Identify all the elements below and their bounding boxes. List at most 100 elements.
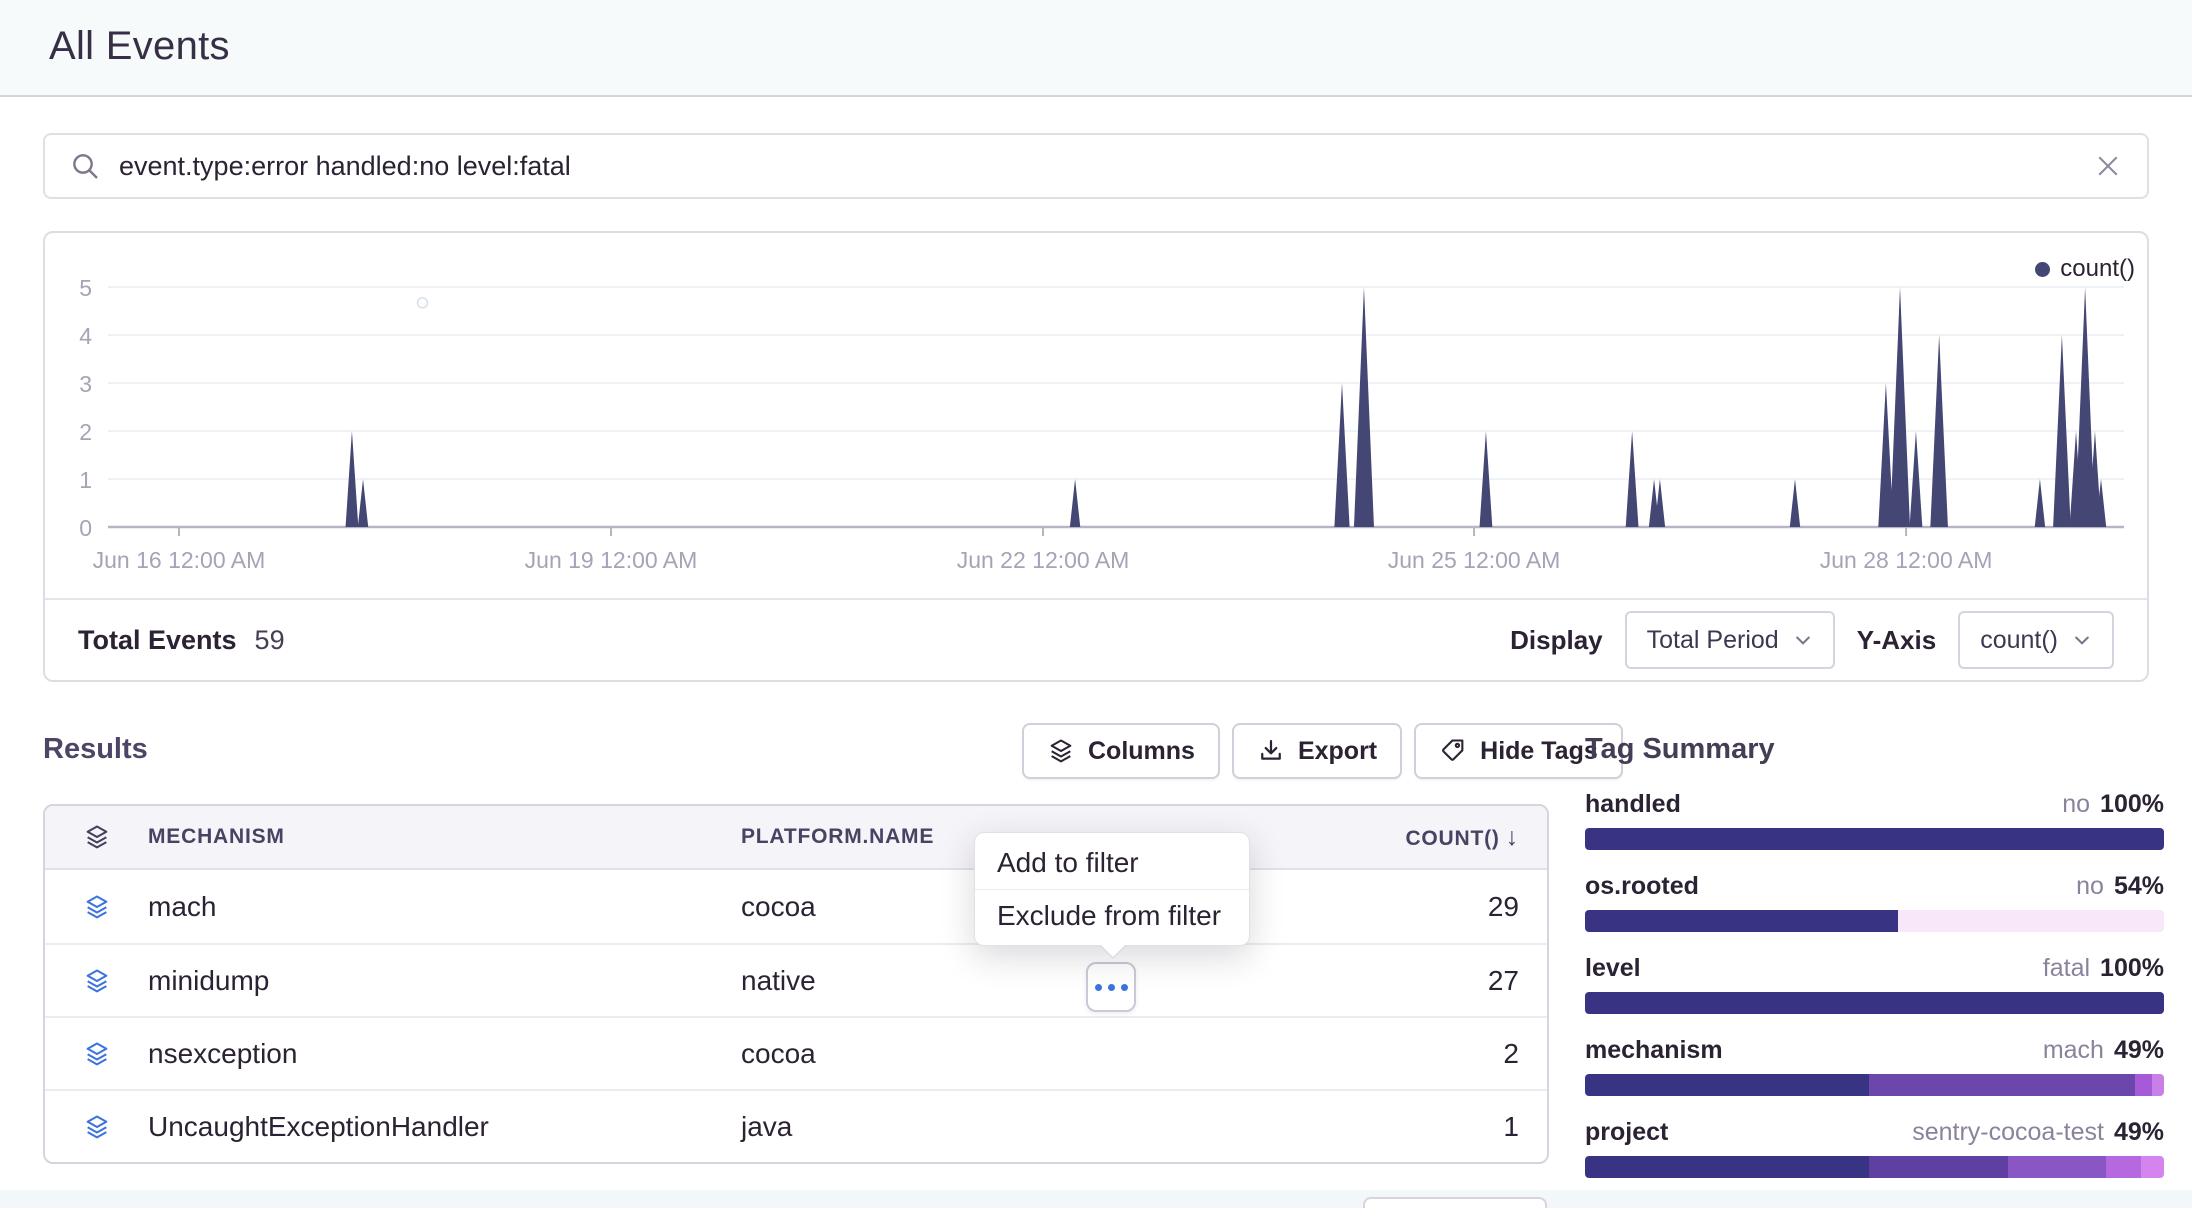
tag-bar-segment[interactable] bbox=[2152, 1074, 2164, 1096]
total-events-label: Total Events bbox=[78, 625, 237, 656]
layers-icon bbox=[45, 967, 148, 995]
chevron-down-icon bbox=[2072, 630, 2092, 650]
svg-text:5: 5 bbox=[79, 275, 92, 301]
tag-percent: 49% bbox=[2114, 1036, 2164, 1065]
yaxis-dropdown[interactable]: count() bbox=[1958, 611, 2114, 669]
tag-distribution-bar[interactable] bbox=[1585, 1074, 2164, 1096]
layers-icon bbox=[1047, 737, 1075, 765]
svg-text:Jun 19 12:00 AM: Jun 19 12:00 AM bbox=[525, 547, 698, 573]
close-icon[interactable] bbox=[2093, 151, 2123, 181]
tag-bar-segment[interactable] bbox=[1585, 1156, 1869, 1178]
results-heading: Results bbox=[43, 733, 148, 766]
legend-dot bbox=[2035, 262, 2050, 277]
legend-label: count() bbox=[2060, 255, 2135, 283]
tag-bar-segment[interactable] bbox=[2135, 1074, 2152, 1096]
table-row[interactable]: nsexceptioncocoa2 bbox=[45, 1016, 1547, 1089]
display-dropdown[interactable]: Total Period bbox=[1625, 611, 1835, 669]
svg-text:4: 4 bbox=[79, 323, 92, 349]
tag-summary-row: level fatal 100% bbox=[1585, 954, 2164, 1014]
tag-distribution-bar[interactable] bbox=[1585, 1156, 2164, 1178]
tag-bar-segment[interactable] bbox=[1585, 1074, 1869, 1096]
layers-icon bbox=[45, 893, 148, 921]
tag-distribution-bar[interactable] bbox=[1585, 910, 2164, 932]
table-row[interactable]: minidumpnative27 bbox=[45, 943, 1547, 1016]
context-menu: Add to filter Exclude from filter bbox=[974, 832, 1250, 946]
chart-legend[interactable]: count() bbox=[2035, 255, 2135, 283]
row-actions-button[interactable] bbox=[1086, 962, 1136, 1012]
svg-text:3: 3 bbox=[79, 371, 92, 397]
tag-summary-heading: Tag Summary bbox=[1585, 733, 2164, 766]
tag-bar-segment[interactable] bbox=[1869, 1156, 2008, 1178]
tag-top-value: no bbox=[2062, 790, 2090, 819]
tag-summary-row: handled no 100% bbox=[1585, 790, 2164, 850]
layers-icon bbox=[45, 1040, 148, 1068]
svg-text:1: 1 bbox=[79, 467, 92, 493]
columns-button[interactable]: Columns bbox=[1022, 723, 1220, 779]
tag-top-value: no bbox=[2076, 872, 2104, 901]
tag-summary-panel: Tag Summary handled no 100% os.rooted no 54% l… bbox=[1585, 723, 2164, 1178]
platform-cell: native bbox=[741, 965, 1141, 997]
tag-bar-segment[interactable] bbox=[1585, 828, 2164, 850]
table-row[interactable]: UncaughtExceptionHandlerjava1 bbox=[45, 1089, 1547, 1162]
event-chart-svg[interactable]: 0 1 2 3 4 5 Jun 16 12:00 AM Jun 19 12:00 AM Jun … bbox=[45, 233, 2147, 600]
table-body: machcocoa29minidumpnative27nsexceptionco… bbox=[45, 870, 1547, 1162]
tag-bar-segment[interactable] bbox=[2106, 1156, 2141, 1178]
layers-icon bbox=[45, 823, 148, 851]
tag-name: handled bbox=[1585, 790, 1681, 819]
tag-top-value: fatal bbox=[2043, 954, 2090, 983]
tag-summary-row: projectsentry-cocoa-test49% bbox=[1585, 1118, 2164, 1178]
chart-footer: Total Events 59 Display Total Period Y-A… bbox=[45, 598, 2147, 680]
tag-bar-segment[interactable] bbox=[2008, 1156, 2106, 1178]
sort-desc-icon: ↓ bbox=[1506, 823, 1519, 851]
pagination-button-cutoff[interactable] bbox=[1363, 1197, 1547, 1208]
column-header-mechanism[interactable]: MECHANISM bbox=[148, 825, 741, 849]
tag-percent: 100% bbox=[2100, 954, 2164, 983]
menu-item-exclude-from-filter[interactable]: Exclude from filter bbox=[975, 889, 1249, 941]
mechanism-cell: nsexception bbox=[148, 1038, 741, 1070]
tag-distribution-bar[interactable] bbox=[1585, 828, 2164, 850]
magnifier-icon bbox=[69, 150, 101, 182]
tag-summary-row: os.rooted no 54% bbox=[1585, 872, 2164, 932]
tag-bar-segment[interactable] bbox=[1869, 1074, 2135, 1096]
tag-percent: 100% bbox=[2100, 790, 2164, 819]
search-bar[interactable] bbox=[43, 133, 2149, 199]
display-label: Display bbox=[1510, 625, 1603, 656]
download-icon bbox=[1257, 737, 1285, 765]
menu-item-add-to-filter[interactable]: Add to filter bbox=[975, 837, 1249, 889]
mechanism-cell: minidump bbox=[148, 965, 741, 997]
svg-text:0: 0 bbox=[79, 515, 92, 541]
svg-text:Jun 28 12:00 AM: Jun 28 12:00 AM bbox=[1820, 547, 1993, 573]
export-button[interactable]: Export bbox=[1232, 723, 1402, 779]
total-events-value: 59 bbox=[255, 625, 285, 656]
svg-text:Jun 25 12:00 AM: Jun 25 12:00 AM bbox=[1388, 547, 1561, 573]
tag-name: os.rooted bbox=[1585, 872, 1699, 901]
page-bottom-strip bbox=[0, 1190, 2192, 1208]
tag-percent: 54% bbox=[2114, 872, 2164, 901]
platform-cell: cocoa bbox=[741, 1038, 1141, 1070]
all-events-page: All Events 0 1 2 3 4 5 Jun 16 12:00 AM Jun 19 1… bbox=[0, 0, 2192, 1208]
search-input[interactable] bbox=[119, 151, 2093, 182]
table-row[interactable]: machcocoa29 bbox=[45, 870, 1547, 943]
mechanism-cell: UncaughtExceptionHandler bbox=[148, 1111, 741, 1143]
results-toolbar: Columns Export Hide Tags bbox=[1022, 723, 1623, 779]
events-chart-card: 0 1 2 3 4 5 Jun 16 12:00 AM Jun 19 12:00 AM Jun … bbox=[43, 231, 2149, 682]
tag-bar-segment[interactable] bbox=[2141, 1156, 2164, 1178]
tag-summary-row: mechanism mach 49% bbox=[1585, 1036, 2164, 1096]
tag-name: project bbox=[1585, 1118, 1668, 1147]
page-header-band bbox=[0, 0, 2192, 97]
tag-distribution-bar[interactable] bbox=[1585, 992, 2164, 1014]
tag-bar-segment[interactable] bbox=[1898, 910, 2164, 932]
tag-top-value: mach bbox=[2043, 1036, 2104, 1065]
svg-text:Jun 16 12:00 AM: Jun 16 12:00 AM bbox=[93, 547, 266, 573]
tag-icon bbox=[1439, 737, 1467, 765]
page-title: All Events bbox=[49, 24, 230, 69]
chevron-down-icon bbox=[1793, 630, 1813, 650]
tag-name: mechanism bbox=[1585, 1036, 1723, 1065]
tag-bar-segment[interactable] bbox=[1585, 910, 1898, 932]
tag-percent: 49% bbox=[2114, 1118, 2164, 1147]
svg-text:2: 2 bbox=[79, 419, 92, 445]
mechanism-cell: mach bbox=[148, 891, 741, 923]
tag-bar-segment[interactable] bbox=[1585, 992, 2164, 1014]
tag-name: level bbox=[1585, 954, 1641, 983]
platform-cell: java bbox=[741, 1111, 1141, 1143]
